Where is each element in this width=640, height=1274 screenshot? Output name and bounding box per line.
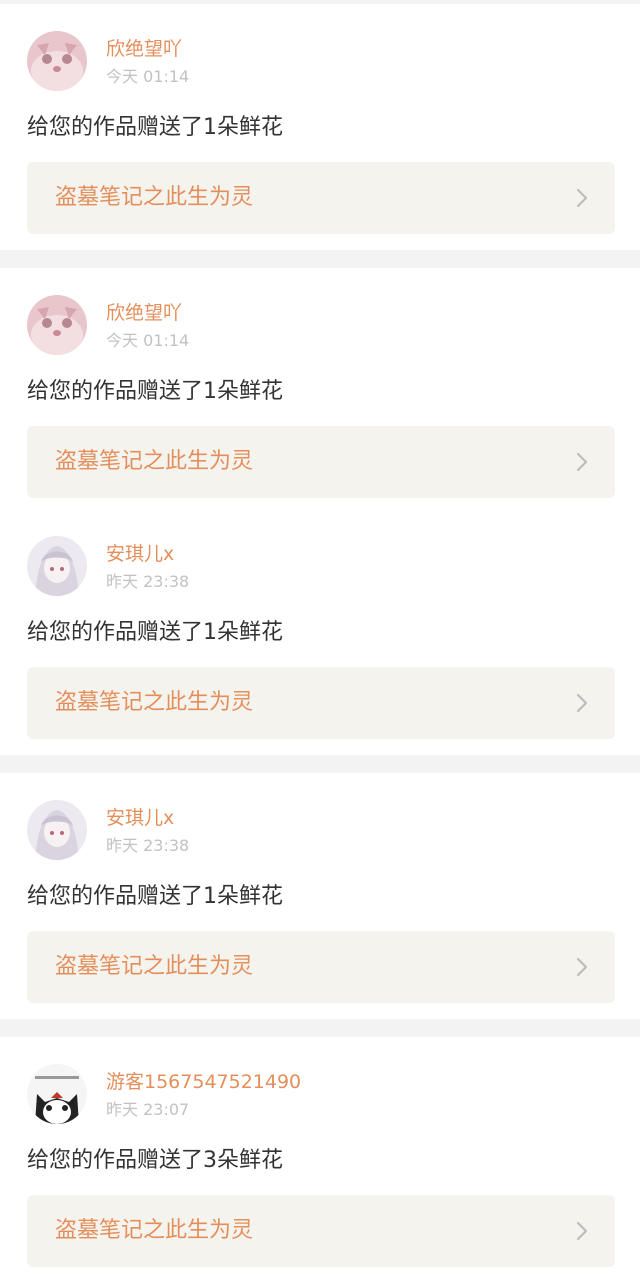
chevron-right-icon: [576, 693, 588, 713]
notification-feed: 欣绝望吖 今天 01:14 给您的作品赠送了1朵鲜花 盗墓笔记之此生为灵 欣绝望…: [0, 0, 640, 1274]
anime-girl-avatar-icon[interactable]: [27, 800, 87, 860]
work-title: 盗墓笔记之此生为灵: [55, 954, 254, 979]
user-name[interactable]: 安琪儿x: [106, 542, 174, 566]
user-name[interactable]: 欣绝望吖: [106, 37, 182, 61]
notification-card: 安琪儿x 昨天 23:38 给您的作品赠送了1朵鲜花 盗墓笔记之此生为灵: [0, 773, 640, 1019]
chevron-right-icon: [576, 957, 588, 977]
timestamp: 昨天 23:38: [106, 572, 190, 591]
pink-cat-avatar-icon[interactable]: [27, 31, 87, 91]
gift-message: 给您的作品赠送了1朵鲜花: [27, 620, 283, 645]
chevron-right-icon: [576, 452, 588, 472]
gift-message: 给您的作品赠送了1朵鲜花: [27, 884, 283, 909]
work-link-button[interactable]: 盗墓笔记之此生为灵: [27, 1195, 615, 1267]
work-link-button[interactable]: 盗墓笔记之此生为灵: [27, 426, 615, 498]
work-link-button[interactable]: 盗墓笔记之此生为灵: [27, 931, 615, 1003]
gift-message: 给您的作品赠送了1朵鲜花: [27, 115, 283, 140]
work-title: 盗墓笔记之此生为灵: [55, 1218, 254, 1243]
chevron-right-icon: [576, 188, 588, 208]
timestamp: 今天 01:14: [106, 331, 190, 350]
work-link-button[interactable]: 盗墓笔记之此生为灵: [27, 162, 615, 234]
chevron-right-icon: [576, 1221, 588, 1241]
user-name[interactable]: 安琪儿x: [106, 806, 174, 830]
notification-card: 游客1567547521490 昨天 23:07 给您的作品赠送了3朵鲜花 盗墓…: [0, 1037, 640, 1274]
pink-cat-avatar-icon[interactable]: [27, 295, 87, 355]
user-name[interactable]: 欣绝望吖: [106, 301, 182, 325]
work-title: 盗墓笔记之此生为灵: [55, 690, 254, 715]
notification-card: 安琪儿x 昨天 23:38 给您的作品赠送了1朵鲜花 盗墓笔记之此生为灵: [0, 509, 640, 755]
timestamp: 昨天 23:07: [106, 1100, 190, 1119]
timestamp: 昨天 23:38: [106, 836, 190, 855]
work-link-button[interactable]: 盗墓笔记之此生为灵: [27, 667, 615, 739]
work-title: 盗墓笔记之此生为灵: [55, 185, 254, 210]
timestamp: 今天 01:14: [106, 67, 190, 86]
anime-girl-avatar-icon[interactable]: [27, 536, 87, 596]
user-name[interactable]: 游客1567547521490: [106, 1070, 301, 1094]
black-white-cat-avatar-icon[interactable]: [27, 1064, 87, 1124]
notification-card: 欣绝望吖 今天 01:14 给您的作品赠送了1朵鲜花 盗墓笔记之此生为灵: [0, 268, 640, 514]
gift-message: 给您的作品赠送了1朵鲜花: [27, 379, 283, 404]
work-title: 盗墓笔记之此生为灵: [55, 449, 254, 474]
gift-message: 给您的作品赠送了3朵鲜花: [27, 1148, 283, 1173]
notification-card: 欣绝望吖 今天 01:14 给您的作品赠送了1朵鲜花 盗墓笔记之此生为灵: [0, 4, 640, 250]
